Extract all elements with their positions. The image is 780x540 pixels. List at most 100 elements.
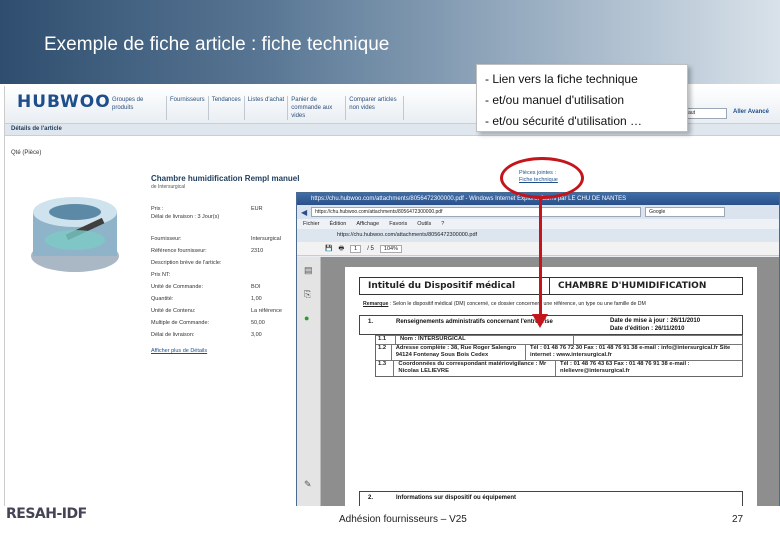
detail-value: BOI	[251, 284, 261, 290]
detail-value: 2310	[251, 248, 264, 254]
nav-item-fournisseurs[interactable]: Fournisseurs	[167, 96, 209, 120]
nav-item-tendances[interactable]: Tendances	[209, 96, 245, 120]
menu-outils[interactable]: Outils	[417, 219, 431, 229]
app-search-go-button[interactable]: Aller Avancé	[733, 109, 769, 115]
detail-value: 1,00	[251, 296, 262, 302]
detail-row: Unité de Commande: BOI	[151, 284, 291, 290]
pdf-table-row: 1.3 Coordonnées du correspondant matériov…	[376, 359, 742, 376]
detail-value: Intersurgical	[251, 236, 281, 242]
menu-fichier[interactable]: Fichier	[303, 219, 320, 229]
detail-row: Description brève de l'article:	[151, 260, 291, 266]
menu-edition[interactable]: Édition	[330, 219, 347, 229]
nav-item-listes[interactable]: Listes d'achat	[245, 96, 289, 120]
detail-key: Fournisseur:	[151, 236, 182, 242]
pdf-toolbar: 💾 🖶 1 / 5 104%	[297, 242, 779, 256]
detail-row: Délai de livraison: 3,00	[151, 332, 291, 338]
detail-value	[251, 272, 291, 278]
pdf-sidebar: ▤ ⎘ ● ✎	[297, 257, 321, 513]
pdf-head-left: Intitulé du Dispositif médical	[360, 278, 550, 294]
product-title: Chambre humidification Rempl manuel	[151, 174, 300, 183]
pdf-cell-l: Coordonnées du correspondant matériovigi…	[394, 360, 557, 376]
paperclip-icon[interactable]: ✎	[304, 479, 314, 489]
show-more-details-link[interactable]: Afficher plus de Détails	[151, 348, 207, 354]
pages-icon[interactable]: ▤	[304, 265, 314, 275]
product-supplier: de Intersurgical	[151, 184, 186, 190]
pdf-cell-n: 1.2	[376, 344, 392, 360]
attachment-panel-icon[interactable]: ⎘	[304, 289, 314, 299]
help-icon[interactable]: ●	[304, 313, 314, 323]
pdf-cell-n: 1.3	[376, 360, 395, 376]
menu-favoris[interactable]: Favoris	[389, 219, 407, 229]
menu-help[interactable]: ?	[441, 219, 444, 229]
browser-menu: Fichier Édition Affichage Favoris Outils…	[297, 219, 779, 229]
delay-row: Délai de livraison : 3 Jour(s)	[151, 214, 291, 220]
pdf-cell-r: Tél : 01 48 76 72 30 Fax : 01 48 76 91 3…	[529, 344, 731, 359]
pdf-cell-r	[574, 336, 578, 344]
detail-row: Référence fournisseur: 2310	[151, 248, 291, 254]
pdf-cell-n: 1.1	[376, 336, 396, 344]
back-icon[interactable]: ◀	[301, 208, 307, 217]
section-2-title: Informations sur dispositif ou équipemen…	[396, 495, 517, 501]
detail-row: Quantité: 1,00	[151, 296, 291, 302]
nav-item-groupes[interactable]: Groupes de produits	[109, 96, 167, 120]
menu-affichage[interactable]: Affichage	[356, 219, 379, 229]
page-number: 27	[732, 514, 744, 525]
price-row: Prix : EUR	[151, 206, 291, 212]
section-2-number: 2.	[368, 495, 374, 501]
callout-line-1: - Lien vers la fiche technique	[485, 72, 638, 86]
detail-key: Multiple de Commande:	[151, 320, 210, 326]
detail-value: La référence	[251, 308, 282, 314]
detail-key: Unité de Contenu:	[151, 308, 196, 314]
detail-row: Multiple de Commande: 50,00	[151, 320, 291, 326]
detail-value: 3,00	[251, 332, 262, 338]
footer-logo: RESAH-IDF	[6, 506, 87, 522]
detail-key: Unité de Commande:	[151, 284, 203, 290]
address-input[interactable]: https://chu.hubwoo.com/attachments/80564…	[311, 207, 642, 217]
section-1-dates: Date de mise à jour : 26/11/2010 Date d'…	[610, 317, 700, 333]
pdf-table-row: 1.1 Nom : INTERSURGICAL	[376, 335, 742, 344]
print-icon[interactable]: 🖶	[338, 244, 344, 254]
nav-item-comparer[interactable]: Comparer articles non vides	[346, 96, 405, 120]
detail-value	[251, 260, 291, 266]
product-image	[31, 197, 119, 272]
detail-key: Quantité:	[151, 296, 174, 302]
update-date: Date de mise à jour : 26/11/2010	[610, 318, 701, 324]
section-1-number: 1.	[368, 319, 374, 325]
highlight-arrow-head	[532, 314, 548, 328]
detail-key: Référence fournisseur:	[151, 248, 207, 254]
price-value: EUR	[251, 206, 263, 212]
detail-row: Unité de Contenu: La référence	[151, 308, 291, 314]
section-1-table: 1.1 Nom : INTERSURGICAL 1.2 Adresse complèt…	[375, 335, 743, 377]
nav-item-panier[interactable]: Panier de commande aux vides	[288, 96, 347, 120]
callout-line-3: - et/ou sécurité d'utilisation …	[485, 114, 643, 128]
zoom-select[interactable]: 104%	[379, 244, 402, 253]
edition-date: Date d'édition : 26/11/2010	[610, 326, 685, 332]
browser-tab[interactable]: https://chu.hubwoo.com/attachments/80564…	[297, 229, 779, 242]
highlight-arrow-line	[539, 197, 542, 317]
highlight-ellipse	[500, 157, 584, 199]
pdf-header-table: Intitulé du Dispositif médical CHAMBRE D…	[359, 277, 743, 295]
quantity-label: Qté (Pièce)	[11, 150, 42, 156]
pdf-remark: Remarque : Selon le dispositif médical (…	[363, 301, 646, 307]
section-2-header: 2. Informations sur dispositif ou équipe…	[359, 491, 743, 507]
slide-title: Exemple de fiche article : fiche techniq…	[44, 34, 390, 55]
detail-key: Délai de livraison:	[151, 332, 195, 338]
pdf-head-right: CHAMBRE D'HUMIDIFICATION	[558, 281, 707, 291]
section-1-title: Renseignements administratifs concernant…	[396, 319, 553, 325]
remark-text: : Selon le dispositif médical (DM) conce…	[388, 301, 646, 307]
detail-row: Fournisseur: Intersurgical	[151, 236, 291, 242]
pdf-page: Intitulé du Dispositif médical CHAMBRE D…	[345, 267, 757, 513]
pdf-cell-l: Nom : INTERSURGICAL	[396, 336, 574, 344]
detail-value: 50,00	[251, 320, 265, 326]
hubwoo-logo: HUBWOO	[17, 92, 111, 112]
callout-box: - Lien vers la fiche technique - et/ou m…	[476, 64, 688, 132]
delay-text: Délai de livraison : 3 Jour(s)	[151, 214, 220, 220]
browser-search-input[interactable]: Google	[645, 207, 726, 217]
section-1-header: 1. Renseignements administratifs concern…	[359, 315, 743, 335]
page-number-input[interactable]: 1	[350, 244, 362, 253]
app-nav: Groupes de produits Fournisseurs Tendanc…	[109, 96, 405, 120]
save-icon[interactable]: 💾	[325, 245, 332, 252]
pdf-table-row: 1.2 Adresse complète : 38, Rue Roger Sale…	[376, 343, 742, 360]
page-total: / 5	[367, 245, 374, 252]
callout-line-2: - et/ou manuel d'utilisation	[485, 93, 625, 107]
